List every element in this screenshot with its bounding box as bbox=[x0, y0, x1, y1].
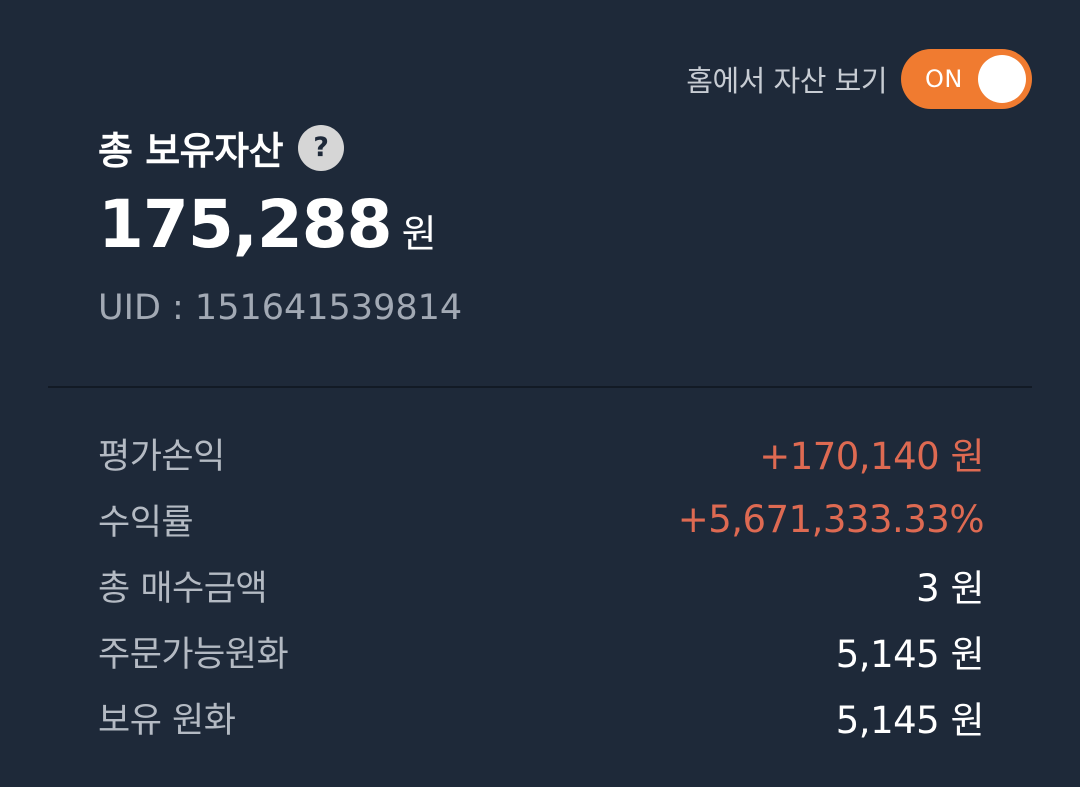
home-asset-toggle-row: 홈에서 자산 보기 ON bbox=[686, 49, 1032, 109]
stat-label: 평가손익 bbox=[98, 436, 225, 477]
total-asset-amount: 175,288 bbox=[98, 186, 393, 263]
stat-label: 보유 원화 bbox=[98, 700, 236, 741]
stat-row-return-rate: 수익률 +5,671,333.33% bbox=[98, 486, 985, 552]
stat-row-valuation-pnl: 평가손익 +170,140 원 bbox=[98, 420, 984, 486]
uid-text: UID : 151641539814 bbox=[98, 288, 463, 328]
stat-row-total-purchase: 총 매수금액 3 원 bbox=[98, 552, 984, 618]
stat-value: +5,671,333.33% bbox=[677, 497, 985, 541]
total-asset-row: 175,288 원 bbox=[98, 186, 437, 263]
stat-value: 3 원 bbox=[916, 567, 984, 610]
stat-label: 주문가능원화 bbox=[98, 634, 289, 675]
stat-row-held-krw: 보유 원화 5,145 원 bbox=[98, 684, 985, 750]
toggle-state-text: ON bbox=[925, 65, 963, 93]
stat-label: 총 매수금액 bbox=[98, 568, 268, 609]
stat-row-orderable-krw: 주문가능원화 5,145 원 bbox=[98, 618, 985, 684]
total-asset-unit: 원 bbox=[401, 212, 437, 256]
divider bbox=[48, 386, 1032, 388]
stat-value: +170,140 원 bbox=[759, 435, 984, 478]
help-icon[interactable]: ? bbox=[298, 124, 345, 171]
toggle-knob bbox=[978, 55, 1026, 103]
stat-value: 5,145 원 bbox=[835, 633, 985, 676]
home-asset-toggle[interactable]: ON bbox=[901, 49, 1032, 109]
page-title: 총 보유자산 bbox=[98, 129, 284, 173]
asset-title-row: 총 보유자산 ? bbox=[98, 120, 345, 175]
home-asset-toggle-label: 홈에서 자산 보기 bbox=[686, 64, 887, 98]
stat-label: 수익률 bbox=[98, 502, 194, 543]
asset-stats-list: 평가손익 +170,140 원 수익률 +5,671,333.33% 총 매수금… bbox=[98, 420, 985, 750]
stat-value: 5,145 원 bbox=[835, 699, 985, 742]
